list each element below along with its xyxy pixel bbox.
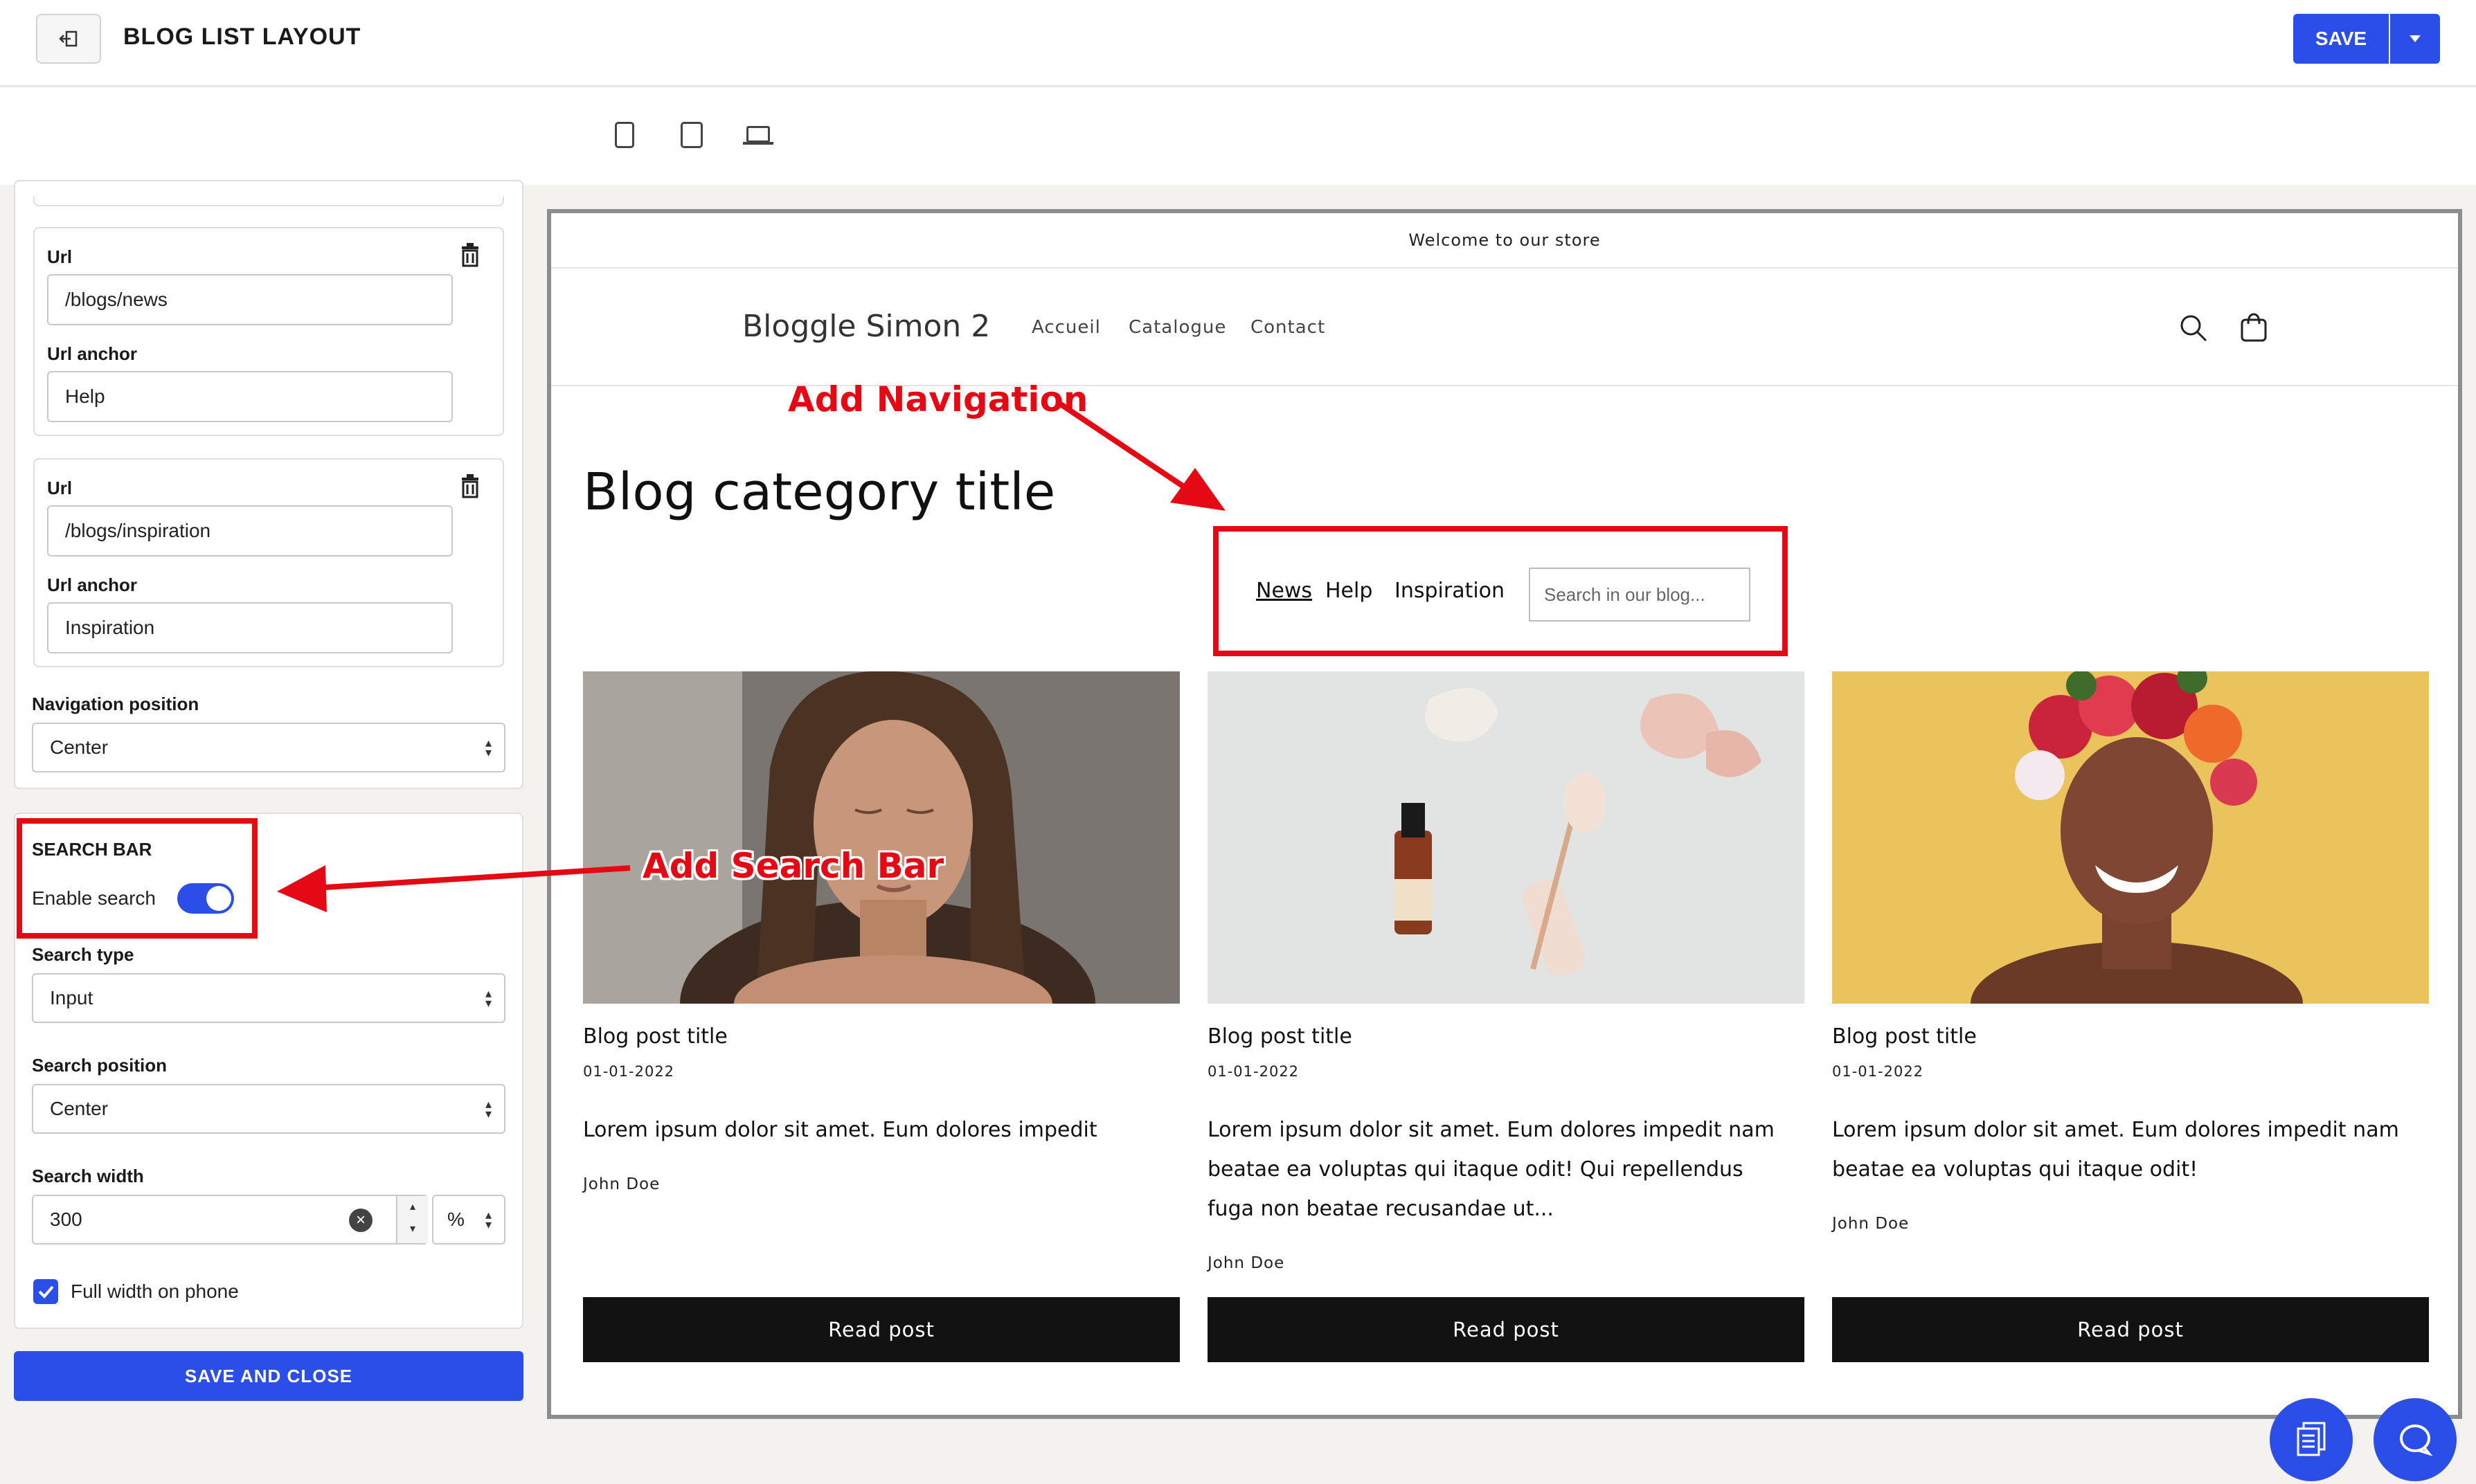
search-bar-highlight-box bbox=[17, 818, 258, 939]
search-icon[interactable] bbox=[2178, 313, 2209, 343]
menu-item-contact[interactable]: Contact bbox=[1250, 317, 1325, 338]
navigation-highlight-box bbox=[1213, 526, 1788, 656]
read-post-button[interactable]: Read post bbox=[1208, 1297, 1804, 1362]
url-input[interactable]: /blogs/inspiration bbox=[47, 505, 453, 556]
menu-item-accueil[interactable]: Accueil bbox=[1032, 317, 1101, 338]
search-type-label: Search type bbox=[32, 944, 134, 965]
store-header: Bloggle Simon 2 Accueil Catalogue Contac… bbox=[551, 269, 2458, 386]
chat-icon bbox=[2400, 1424, 2433, 1456]
search-type-select[interactable]: Input ▴ ▾ bbox=[32, 973, 505, 1023]
post-excerpt: Lorem ipsum dolor sit amet. Eum dolores … bbox=[583, 1118, 1097, 1142]
url-input[interactable]: /blogs/news bbox=[47, 274, 453, 325]
skincare-products-image bbox=[1208, 671, 1804, 1004]
search-width-value: 300 bbox=[50, 1209, 82, 1230]
previous-link-item bbox=[33, 197, 504, 206]
save-and-close-button[interactable]: SAVE AND CLOSE bbox=[14, 1351, 523, 1401]
search-position-select[interactable]: Center ▴ ▾ bbox=[32, 1084, 505, 1134]
clear-icon[interactable]: × bbox=[349, 1209, 373, 1232]
tablet-view-icon[interactable] bbox=[681, 122, 703, 148]
search-width-input[interactable]: 300 × ▴ ▾ bbox=[32, 1195, 428, 1245]
post-image[interactable] bbox=[1208, 671, 1804, 1004]
url-anchor-input[interactable]: Inspiration bbox=[47, 602, 453, 653]
full-width-label: Full width on phone bbox=[71, 1281, 239, 1302]
navigation-position-label: Navigation position bbox=[32, 694, 199, 714]
url-anchor-label: Url anchor bbox=[47, 574, 138, 595]
post-author: John Doe bbox=[1832, 1215, 1910, 1233]
number-stepper[interactable]: ▴ ▾ bbox=[396, 1196, 428, 1243]
announcement-bar: Welcome to our store bbox=[551, 213, 2458, 269]
device-toolbar bbox=[0, 88, 2476, 185]
search-position-label: Search position bbox=[32, 1055, 168, 1076]
add-search-bar-annotation: Add Search Bar bbox=[643, 846, 944, 886]
portrait-woman-image bbox=[583, 671, 1180, 1004]
post-title[interactable]: Blog post title bbox=[1208, 1024, 1352, 1049]
navigation-position-value: Center bbox=[50, 736, 109, 758]
checkmark-icon bbox=[38, 1285, 54, 1298]
store-brand[interactable]: Bloggle Simon 2 bbox=[742, 309, 990, 344]
blog-category-title: Blog category title bbox=[583, 462, 1056, 522]
chat-button[interactable] bbox=[2374, 1398, 2457, 1481]
read-post-button[interactable]: Read post bbox=[1832, 1297, 2429, 1362]
full-width-checkbox[interactable] bbox=[33, 1279, 58, 1304]
navigation-position-select[interactable]: Center ▴ ▾ bbox=[32, 723, 505, 772]
documents-button[interactable] bbox=[2270, 1398, 2353, 1481]
select-arrows-icon: ▴ ▾ bbox=[485, 736, 492, 759]
exit-icon bbox=[59, 30, 78, 47]
post-image[interactable] bbox=[583, 671, 1180, 1004]
cart-icon[interactable] bbox=[2238, 310, 2270, 343]
exit-button[interactable] bbox=[36, 14, 101, 64]
menu-item-catalogue[interactable]: Catalogue bbox=[1129, 317, 1226, 338]
select-arrows-icon: ▴ ▾ bbox=[485, 1097, 492, 1121]
url-anchor-label: Url anchor bbox=[47, 343, 138, 364]
search-width-unit-select[interactable]: % ▴ ▾ bbox=[432, 1195, 505, 1245]
post-title[interactable]: Blog post title bbox=[583, 1024, 728, 1049]
post-title[interactable]: Blog post title bbox=[1832, 1024, 1977, 1049]
search-width-unit-value: % bbox=[447, 1209, 465, 1230]
read-post-button[interactable]: Read post bbox=[583, 1297, 1180, 1362]
url-anchor-input[interactable]: Help bbox=[47, 371, 453, 422]
save-options-button[interactable] bbox=[2390, 14, 2440, 64]
post-date: 01-01-2022 bbox=[1208, 1063, 1300, 1080]
post-author: John Doe bbox=[583, 1175, 661, 1193]
trash-icon[interactable] bbox=[460, 473, 481, 498]
page-title: BLOG LIST LAYOUT bbox=[123, 24, 361, 50]
post-image[interactable] bbox=[1832, 671, 2429, 1004]
desktop-view-icon[interactable] bbox=[743, 126, 773, 145]
post-excerpt: Lorem ipsum dolor sit amet. Eum dolores … bbox=[1832, 1118, 2399, 1182]
select-arrows-icon: ▴ ▾ bbox=[485, 986, 492, 1010]
save-button[interactable]: SAVE bbox=[2293, 14, 2389, 64]
url-label: Url bbox=[47, 478, 73, 498]
select-arrows-icon: ▴ ▾ bbox=[485, 1208, 492, 1231]
trash-icon[interactable] bbox=[460, 242, 481, 267]
mobile-view-icon[interactable] bbox=[615, 122, 634, 148]
woman-flower-crown-image bbox=[1832, 671, 2429, 1004]
post-date: 01-01-2022 bbox=[1832, 1063, 1924, 1080]
search-type-value: Input bbox=[50, 987, 93, 1008]
add-navigation-annotation: Add Navigation bbox=[788, 379, 1088, 419]
search-width-label: Search width bbox=[32, 1166, 144, 1186]
chevron-down-icon bbox=[2410, 35, 2421, 42]
post-excerpt: Lorem ipsum dolor sit amet. Eum dolores … bbox=[1208, 1118, 1775, 1221]
top-bar bbox=[0, 0, 2476, 87]
search-position-value: Center bbox=[50, 1098, 109, 1119]
documents-icon bbox=[2297, 1422, 2326, 1456]
post-author: John Doe bbox=[1208, 1254, 1285, 1272]
post-date: 01-01-2022 bbox=[583, 1063, 675, 1080]
url-label: Url bbox=[47, 246, 73, 267]
